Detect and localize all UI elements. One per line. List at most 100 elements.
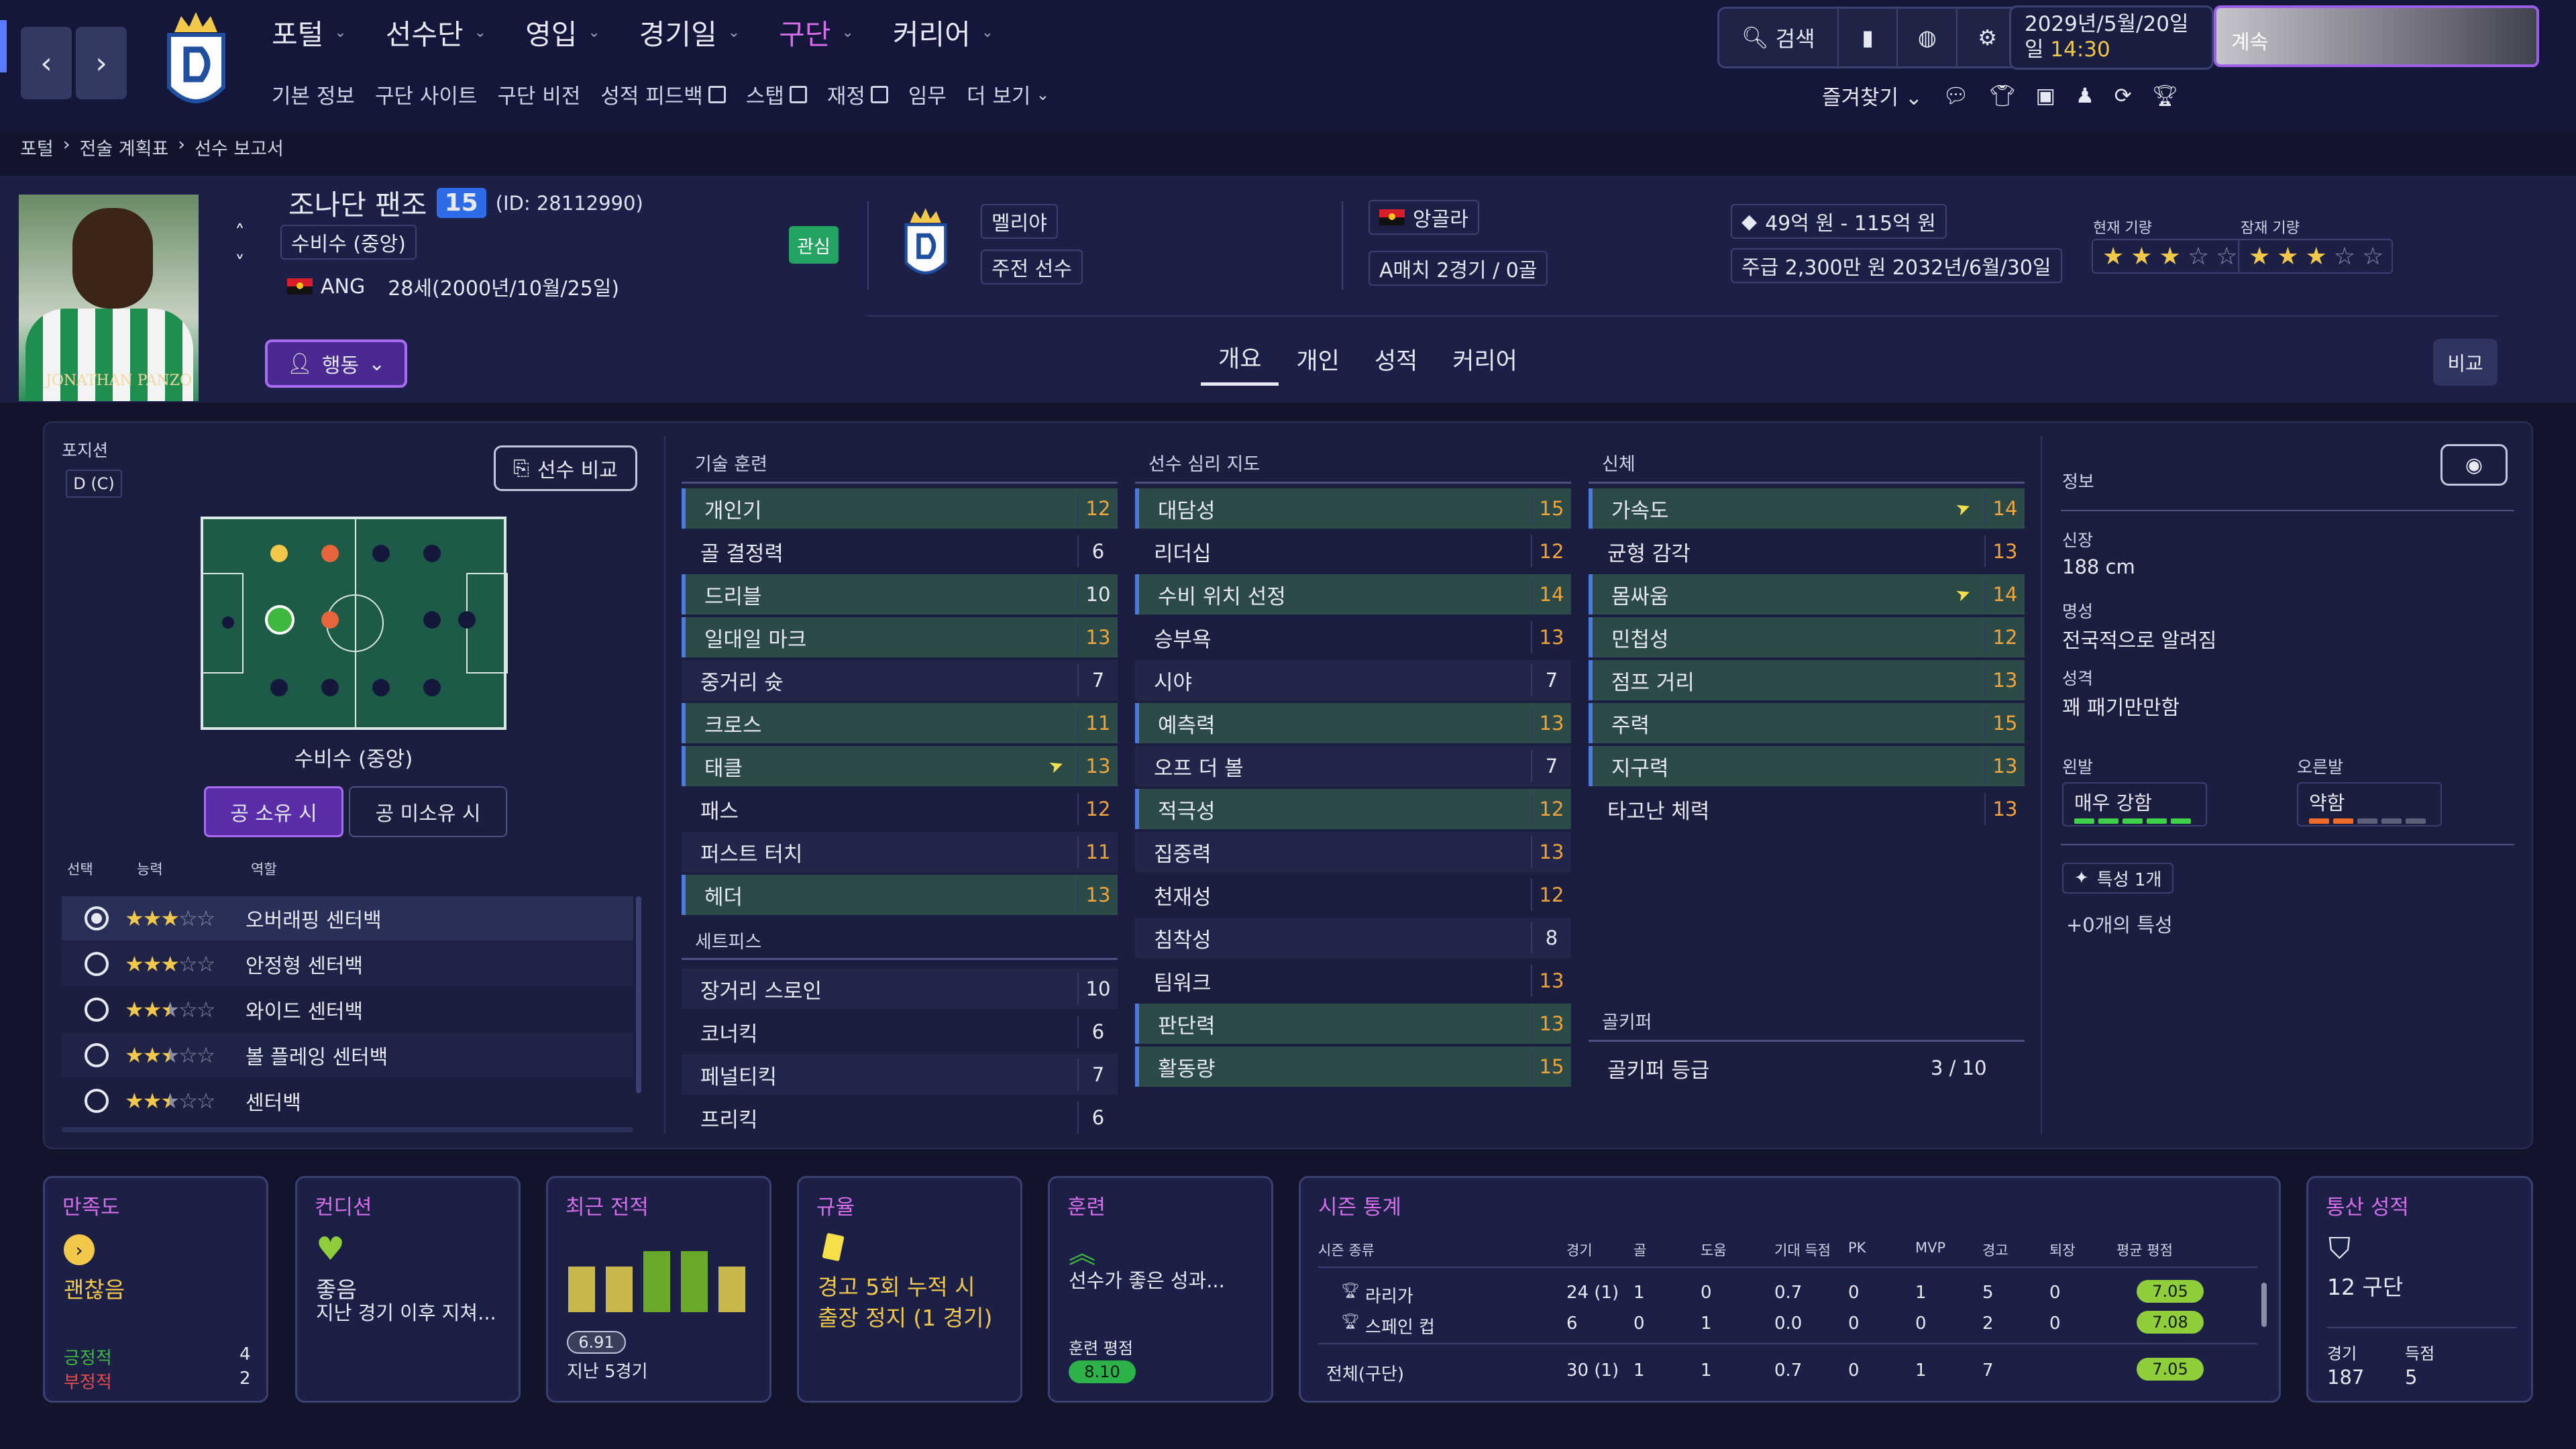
chevron-up-icon[interactable]: ˄ — [235, 218, 245, 249]
continue-button[interactable]: 계속 — [2214, 5, 2539, 67]
radio-button[interactable] — [85, 998, 109, 1022]
attribute-row[interactable]: 천재성 12 — [1135, 875, 1571, 915]
attribute-row[interactable]: 퍼스트 터치 11 — [682, 832, 1118, 872]
career-card[interactable]: 통산 성적 ⛉ 12 구단 경기 득점 187 5 — [2306, 1176, 2533, 1403]
club-crest-icon[interactable] — [161, 8, 231, 115]
attribute-row[interactable]: 코너킥 6 — [682, 1012, 1118, 1052]
role-row[interactable]: ★★★☆☆ 안정형 센터백 — [62, 942, 633, 986]
attribute-row[interactable]: 팀워크 13 — [1135, 961, 1571, 1001]
attribute-row[interactable]: 수비 위치 선정 14 — [1135, 574, 1571, 614]
attribute-row[interactable]: 균형 감각 13 — [1589, 531, 2025, 572]
nav-matchday[interactable]: 경기일 ⌄ — [639, 12, 740, 53]
staff-icon[interactable]: ♟ — [2076, 84, 2094, 108]
inbox-button[interactable]: ▮ — [1839, 7, 1898, 68]
nav-career[interactable]: 커리어 ⌄ — [893, 12, 994, 53]
player-compare-button[interactable]: ⎘ 선수 비교 — [494, 445, 637, 491]
compare-button[interactable]: 비교 — [2433, 339, 2498, 386]
attribute-row[interactable]: 태클 ➤ 13 — [682, 746, 1118, 786]
interest-badge[interactable]: 관심 — [789, 226, 839, 264]
attribute-row[interactable]: 페널티킥 7 — [682, 1055, 1118, 1095]
attribute-row[interactable]: 침착성 8 — [1135, 918, 1571, 958]
attribute-row[interactable]: 대담성 15 — [1135, 488, 1571, 529]
attribute-row[interactable]: 예측력 13 — [1135, 703, 1571, 743]
subnav-club-vision[interactable]: 구단 비전 — [497, 79, 580, 109]
nation-tag[interactable]: 앙골라 — [1368, 200, 1479, 235]
attribute-row[interactable]: 프리킥 6 — [682, 1097, 1118, 1138]
discipline-card[interactable]: 규율 경고 5회 누적 시 출장 정지 (1 경기) — [797, 1176, 1022, 1403]
role-scrollbar[interactable] — [636, 896, 641, 1093]
nav-portal[interactable]: 포털 ⌄ — [272, 12, 347, 53]
nav-transfers[interactable]: 영입 ⌄ — [525, 12, 600, 53]
radio-button[interactable] — [85, 906, 109, 930]
attribute-row[interactable]: 개인기 12 — [682, 488, 1118, 529]
attribute-row[interactable]: 골 결정력 6 — [682, 531, 1118, 572]
tab-performance[interactable]: 성적 — [1357, 332, 1435, 386]
role-row[interactable]: ★★★☆☆ 볼 플레잉 센터백 — [62, 1033, 633, 1077]
traits-button[interactable]: ✦ 특성 1개 — [2062, 863, 2174, 894]
action-dropdown[interactable]: 👤︎ 행동 ⌄ — [265, 339, 407, 388]
form-card[interactable]: 최근 전적 6.91 지난 5경기 — [546, 1176, 771, 1403]
breadcrumb-portal[interactable]: 포털 — [20, 134, 54, 160]
subnav-tasks[interactable]: 임무 — [908, 79, 947, 109]
subnav-more[interactable]: 더 보기 ⌄ — [967, 79, 1050, 109]
club-crest-icon[interactable] — [898, 205, 954, 283]
attribute-row[interactable]: 크로스 11 — [682, 703, 1118, 743]
attribute-row[interactable]: 활동량 15 — [1135, 1046, 1571, 1087]
attribute-row[interactable]: 적극성 12 — [1135, 789, 1571, 829]
search-button[interactable]: 🔍︎ 검색 — [1719, 7, 1839, 68]
report-icon[interactable]: ▣ — [2036, 84, 2055, 108]
attribute-row[interactable]: 민첩성 12 — [1589, 617, 2025, 657]
radio-button[interactable] — [85, 952, 109, 976]
tab-career[interactable]: 커리어 — [1435, 332, 1535, 386]
chevron-down-icon[interactable]: ˅ — [235, 249, 245, 280]
forward-button[interactable]: › — [76, 27, 127, 99]
attribute-row[interactable]: 장거리 스로인 10 — [682, 969, 1118, 1009]
attribute-row[interactable]: 드리블 10 — [682, 574, 1118, 614]
subnav-basic-info[interactable]: 기본 정보 — [272, 79, 355, 109]
attribute-row[interactable]: 몸싸움 ➤ 14 — [1589, 574, 2025, 614]
role-row[interactable]: ★★★☆☆ 오버래핑 센터백 — [62, 896, 633, 941]
chat-icon[interactable]: 💬︎ — [1943, 83, 1969, 108]
nav-squad[interactable]: 선수단 ⌄ — [386, 12, 486, 53]
nav-club[interactable]: 구단 ⌄ — [779, 12, 854, 53]
attribute-row[interactable]: 오프 더 볼 7 — [1135, 746, 1571, 786]
attribute-row[interactable]: 가속도 ➤ 14 — [1589, 488, 2025, 529]
season-stats-card[interactable]: 시즌 통계 시즌 종류 경기 골 도움 기대 득점 PK MVP 경고 퇴장 평균 평점 🏆︎ 라리가… — [1299, 1176, 2281, 1403]
attribute-row[interactable]: 지구력 13 — [1589, 746, 2025, 786]
subnav-club-site[interactable]: 구단 사이트 — [375, 79, 477, 109]
radio-button[interactable] — [85, 1089, 109, 1113]
back-button[interactable]: ‹ — [21, 27, 72, 99]
attribute-row[interactable]: 타고난 체력 13 — [1589, 789, 2025, 829]
attribute-row[interactable]: 시야 7 — [1135, 660, 1571, 700]
attribute-row[interactable]: 일대일 마크 13 — [682, 617, 1118, 657]
scout-button[interactable]: ◍ — [1898, 7, 1958, 68]
subnav-staff[interactable]: 스탭 — [746, 79, 807, 109]
refresh-icon[interactable]: ⟳ — [2114, 84, 2132, 108]
season-scrollbar[interactable] — [2261, 1283, 2267, 1327]
attribute-row[interactable]: 승부욕 13 — [1135, 617, 1571, 657]
subnav-feedback[interactable]: 성적 피드백 — [600, 79, 726, 109]
radio-button[interactable] — [85, 1043, 109, 1067]
attribute-row[interactable]: 헤더 13 — [682, 875, 1118, 915]
attribute-row[interactable]: 주력 15 — [1589, 703, 2025, 743]
out-possession-button[interactable]: 공 미소유 시 — [349, 786, 507, 837]
club-name[interactable]: 멜리야 — [981, 204, 1058, 239]
breadcrumb-tactics[interactable]: 전술 계획표 — [80, 134, 169, 160]
role-row[interactable]: ★★★☆☆ 와이드 센터백 — [62, 987, 633, 1032]
attribute-row[interactable]: 집중력 13 — [1135, 832, 1571, 872]
attribute-row[interactable]: 점프 거리 13 — [1589, 660, 2025, 700]
attribute-row[interactable]: 판단력 13 — [1135, 1004, 1571, 1044]
subnav-finance[interactable]: 재정 — [827, 79, 888, 109]
tab-overview[interactable]: 개요 — [1201, 332, 1279, 386]
shirt-icon[interactable]: 👕︎ — [1989, 83, 2015, 108]
person-settings-button[interactable]: ◉ — [2440, 444, 2508, 486]
happiness-card[interactable]: 만족도 › 괜찮음 긍정적 4 부정적 2 — [43, 1176, 268, 1403]
attribute-row[interactable]: 리더십 12 — [1135, 531, 1571, 572]
attribute-row[interactable]: 패스 12 — [682, 789, 1118, 829]
trophy-icon[interactable]: 🏆︎ — [2152, 83, 2178, 108]
in-possession-button[interactable]: 공 소유 시 — [204, 786, 343, 837]
settings-button[interactable]: ⚙ — [1957, 7, 2017, 68]
favorites-dropdown[interactable]: 즐겨찾기 ⌄ — [1822, 80, 1923, 111]
tab-personal[interactable]: 개인 — [1279, 332, 1356, 386]
attribute-row[interactable]: 중거리 슛 7 — [682, 660, 1118, 700]
